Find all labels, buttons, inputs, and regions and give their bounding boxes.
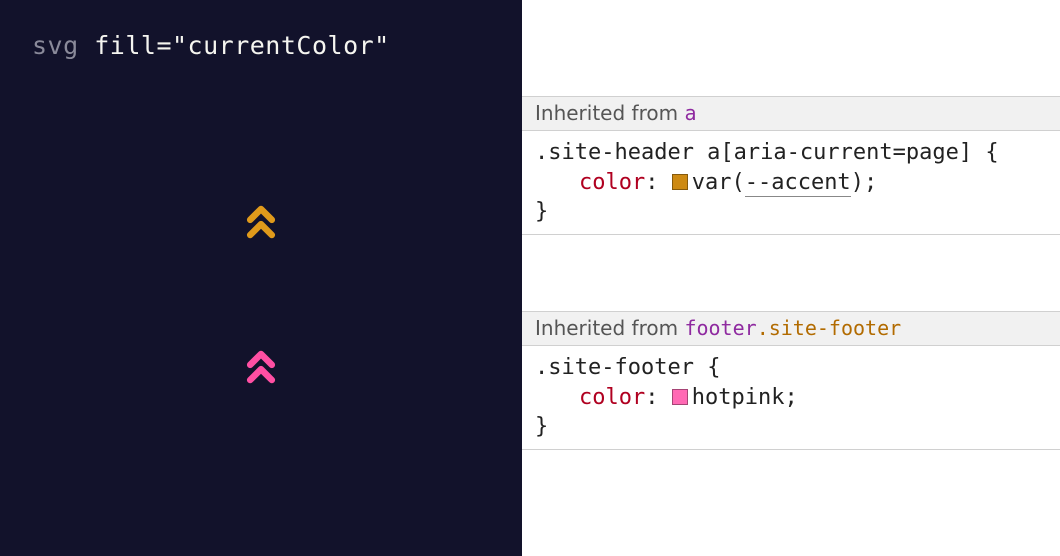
css-close-brace: } bbox=[535, 414, 548, 439]
css-value-plain: hotpink bbox=[692, 385, 785, 410]
inherited-from-label: Inherited from bbox=[535, 101, 678, 125]
css-property: color bbox=[579, 170, 645, 195]
css-selector: .site-header a[aria-current=page] bbox=[535, 140, 972, 165]
css-value-func-close: ) bbox=[851, 170, 864, 195]
inherited-styles-block: Inherited from a .site-header a[aria-cur… bbox=[522, 96, 1060, 235]
chevrons-up-icon bbox=[235, 341, 287, 393]
inherited-from-header: Inherited from footer.site-footer bbox=[522, 311, 1060, 346]
css-rule[interactable]: .site-footer { color: hotpink; } bbox=[522, 346, 1060, 450]
inherited-styles-block: Inherited from footer.site-footer .site-… bbox=[522, 311, 1060, 450]
code-token-eq: = bbox=[156, 31, 172, 60]
css-variable-name[interactable]: --accent bbox=[745, 170, 851, 197]
code-token-value: "currentColor" bbox=[172, 31, 390, 60]
color-swatch[interactable] bbox=[672, 174, 688, 190]
css-value-func-open: var( bbox=[692, 170, 745, 195]
ancestor-tag[interactable]: footer bbox=[684, 316, 756, 340]
css-open-brace: { bbox=[985, 140, 998, 165]
code-preview-pane: svg fill="currentColor" bbox=[0, 0, 522, 556]
css-close-brace: } bbox=[535, 199, 548, 224]
color-swatch[interactable] bbox=[672, 389, 688, 405]
css-property: color bbox=[579, 385, 645, 410]
chevrons-up-icon bbox=[235, 196, 287, 248]
code-line: svg fill="currentColor" bbox=[32, 30, 490, 63]
ancestor-class[interactable]: .site-footer bbox=[757, 316, 902, 340]
css-rule[interactable]: .site-header a[aria-current=page] { colo… bbox=[522, 131, 1060, 235]
css-open-brace: { bbox=[707, 355, 720, 380]
inherited-from-header: Inherited from a bbox=[522, 96, 1060, 131]
ancestor-tag[interactable]: a bbox=[684, 101, 696, 125]
code-token-tag: svg bbox=[32, 31, 79, 60]
styles-inspector-pane: Inherited from a .site-header a[aria-cur… bbox=[522, 0, 1060, 556]
icon-demo-zone bbox=[32, 63, 490, 527]
inherited-from-label: Inherited from bbox=[535, 316, 678, 340]
code-token-attr: fill bbox=[94, 31, 156, 60]
css-selector: .site-footer bbox=[535, 355, 694, 380]
